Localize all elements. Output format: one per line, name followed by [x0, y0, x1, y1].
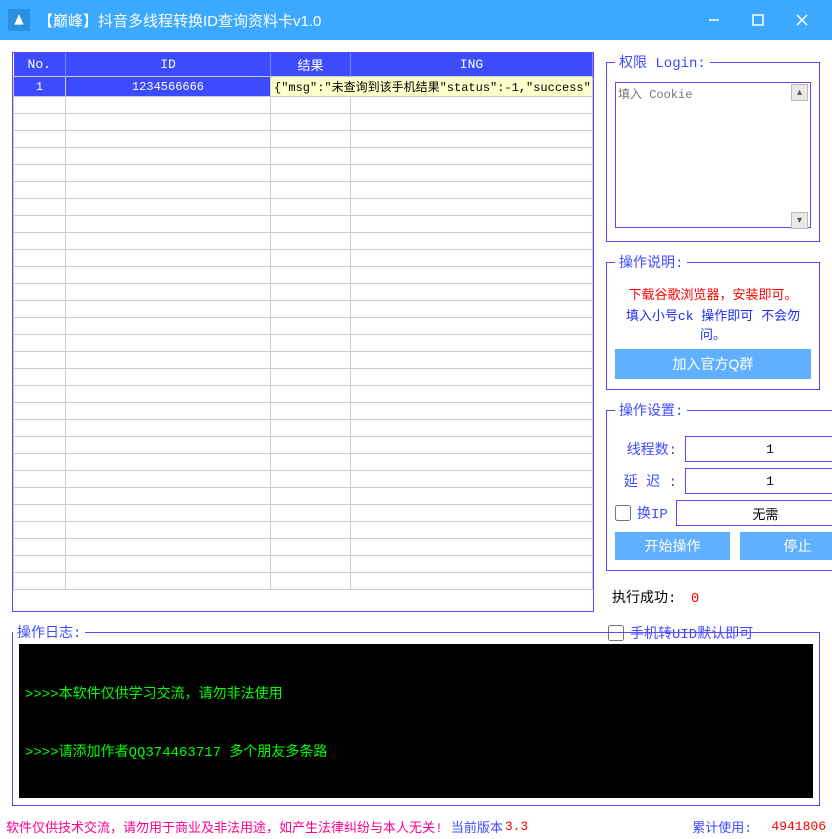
cookie-input[interactable] [615, 82, 811, 228]
log-line: >>>>本软件仅供学习交流，请勿非法使用 [25, 683, 807, 703]
col-header-no[interactable]: No. [14, 53, 66, 77]
swapip-value[interactable] [676, 500, 832, 526]
status-count-label: 累计使用: [692, 817, 752, 836]
settings-legend: 操作设置: [615, 400, 687, 420]
exec-success-count: 0 [691, 591, 699, 607]
instruction-line2: 填入小号ck 操作即可 不会勿问。 [615, 305, 811, 343]
app-icon [8, 9, 30, 31]
minimize-button[interactable] [692, 0, 736, 40]
cell-no: 1 [14, 77, 66, 97]
client-area: No. ID 结果 ING 1 1234566666 {"msg":"未查询到该… [0, 40, 832, 813]
delay-input[interactable] [685, 468, 832, 494]
col-header-ing[interactable]: ING [351, 53, 593, 77]
log-group: 操作日志: >>>>本软件仅供学习交流，请勿非法使用 >>>>请添加作者QQ37… [12, 622, 820, 806]
swapip-checkbox-row[interactable]: 换IP [615, 503, 668, 523]
exec-success-label: 执行成功: [612, 591, 676, 607]
stop-button[interactable]: 停止 [740, 532, 832, 560]
swapip-label: 换IP [637, 503, 668, 523]
instruction-line1: 下载谷歌浏览器，安装即可。 [615, 284, 811, 303]
status-disclaimer: 软件仅供技术交流，请勿用于商业及非法用途，如产生法律纠纷与本人无关! [6, 817, 443, 836]
cell-id: 1234566666 [66, 77, 271, 97]
login-group: 权限 Login: ▴ ▾ [606, 52, 820, 242]
start-button[interactable]: 开始操作 [615, 532, 730, 560]
status-bar: 软件仅供技术交流，请勿用于商业及非法用途，如产生法律纠纷与本人无关! 当前版本 … [0, 813, 832, 839]
instructions-legend: 操作说明: [615, 252, 687, 272]
join-qgroup-button[interactable]: 加入官方Q群 [615, 349, 811, 379]
results-grid[interactable]: No. ID 结果 ING 1 1234566666 {"msg":"未查询到该… [12, 52, 594, 612]
close-button[interactable] [780, 0, 824, 40]
maximize-button[interactable] [736, 0, 780, 40]
exec-success-row: 执行成功: 0 [612, 587, 820, 607]
settings-group: 操作设置: 线程数: 延 迟 : 换IP 开始操作 [606, 400, 832, 571]
col-header-result[interactable]: 结果 [271, 53, 351, 77]
login-legend: 权限 Login: [615, 52, 710, 72]
cell-ing: {"msg":"未查询到该手机结果"status":-1,"success":f… [271, 77, 593, 97]
table-row[interactable]: 1 1234566666 {"msg":"未查询到该手机结果"status":-… [14, 77, 593, 97]
swapip-checkbox[interactable] [615, 505, 631, 521]
log-output[interactable]: >>>>本软件仅供学习交流，请勿非法使用 >>>>请添加作者QQ37446371… [19, 644, 813, 798]
scroll-down-icon[interactable]: ▾ [791, 212, 808, 229]
instructions-group: 操作说明: 下载谷歌浏览器，安装即可。 填入小号ck 操作即可 不会勿问。 加入… [606, 252, 820, 390]
scroll-up-icon[interactable]: ▴ [791, 84, 808, 101]
delay-label: 延 迟 : [615, 471, 677, 491]
log-line: >>>>请添加作者QQ374463717 多个朋友多条路 [25, 741, 807, 761]
title-bar: 【巅峰】抖音多线程转换ID查询资料卡v1.0 [0, 0, 832, 40]
status-version-label: 当前版本 [451, 817, 503, 836]
col-header-id[interactable]: ID [66, 53, 271, 77]
status-count-value: 4941806 [756, 819, 826, 834]
status-version-value: 3.3 [505, 819, 528, 834]
threads-label: 线程数: [615, 439, 677, 459]
window-title: 【巅峰】抖音多线程转换ID查询资料卡v1.0 [38, 10, 321, 31]
log-legend: 操作日志: [13, 622, 85, 642]
threads-input[interactable] [685, 436, 832, 462]
